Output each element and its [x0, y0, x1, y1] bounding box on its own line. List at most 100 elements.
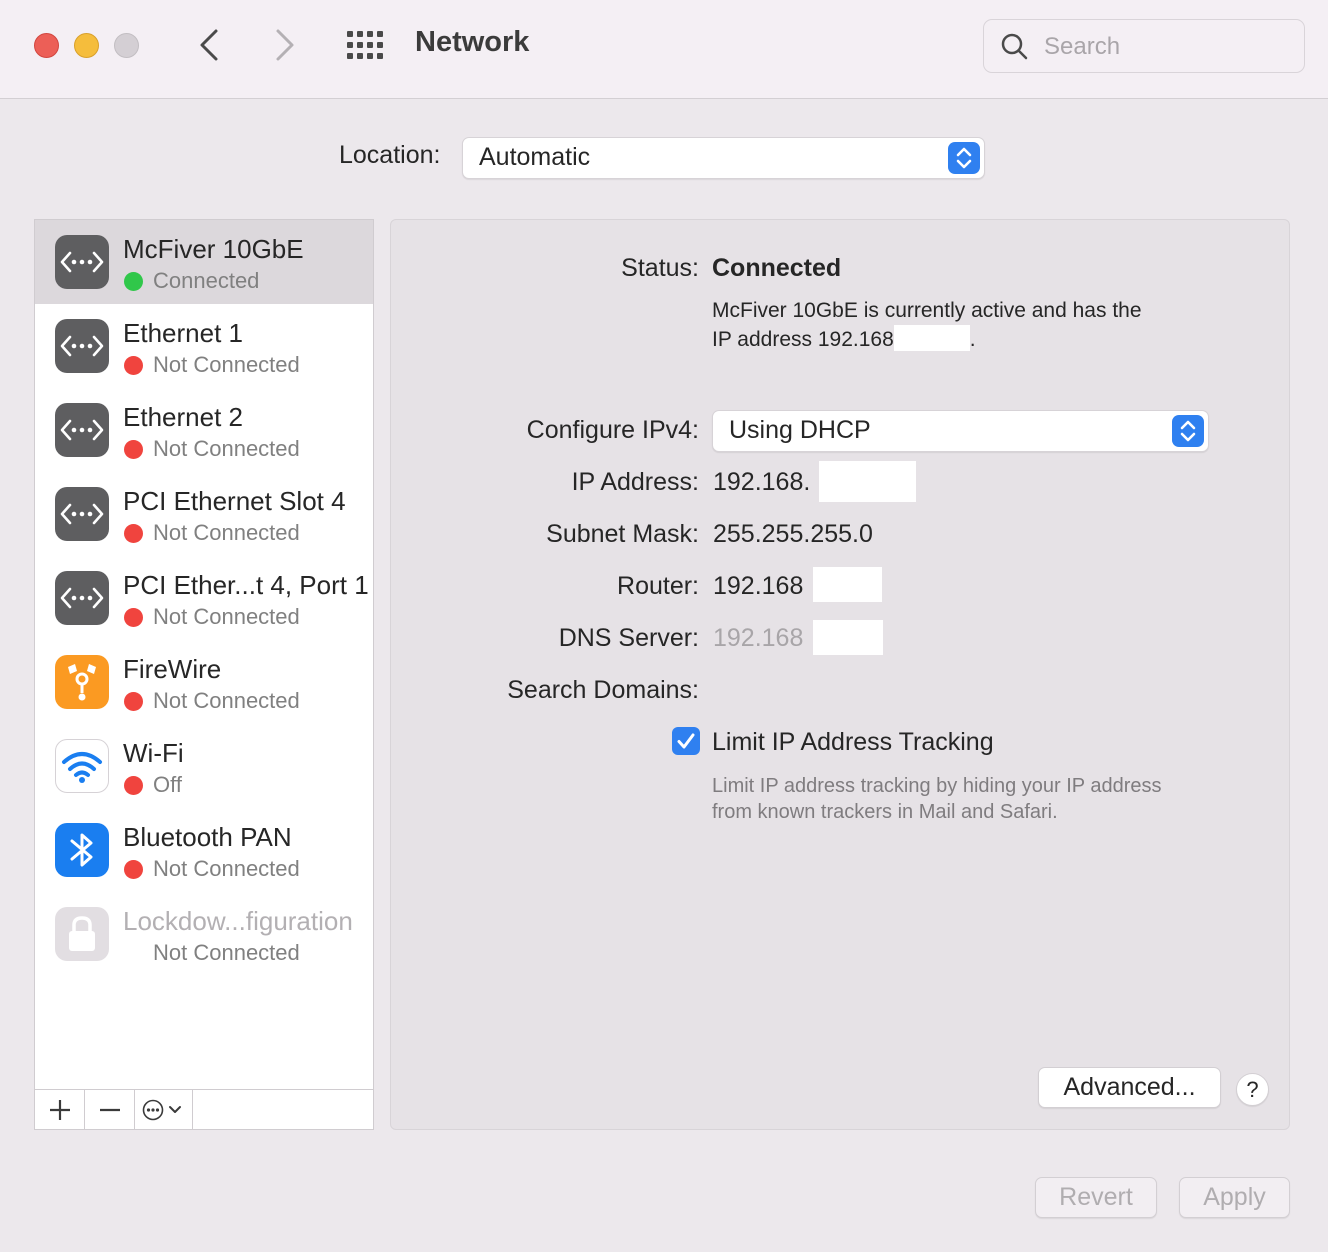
back-button[interactable] [192, 26, 228, 64]
grid-icon [347, 31, 383, 59]
ip-address-value: 192.168. [713, 468, 811, 496]
service-name: Lockdow...figuration [123, 906, 353, 936]
service-status: Connected [153, 268, 260, 293]
service-status: Off [153, 772, 182, 797]
title-bar: Network [0, 0, 1328, 99]
search-input[interactable] [1044, 31, 1284, 63]
search-domains-label: Search Domains: [507, 676, 699, 704]
service-item-lockdown[interactable]: Lockdow...figuration Not Connected [35, 892, 373, 976]
subnet-mask-label: Subnet Mask: [546, 520, 699, 548]
status-dot [124, 440, 143, 459]
dns-server-label: DNS Server: [558, 624, 699, 652]
router-value: 192.168 [713, 572, 804, 600]
firewire-icon [55, 655, 109, 709]
location-label: Location: [339, 141, 441, 169]
service-detail-panel: Status: Connected McFiver 10GbE is curre… [390, 219, 1290, 1130]
chevron-right-icon [276, 29, 294, 61]
service-name: Wi-Fi [123, 738, 184, 768]
lock-icon [55, 907, 109, 961]
service-name: McFiver 10GbE [123, 234, 304, 264]
service-item-mcfiver[interactable]: McFiver 10GbE Connected [35, 220, 373, 304]
status-dot [124, 860, 143, 879]
redacted-block [813, 567, 882, 602]
chevron-left-icon [200, 29, 218, 61]
status-description-line2: IP address 192.168. [712, 325, 976, 354]
service-item-ethernet-2[interactable]: Ethernet 2 Not Connected [35, 388, 373, 472]
forward-button[interactable] [266, 26, 302, 64]
service-item-wifi[interactable]: Wi-Fi Off [35, 724, 373, 808]
ip-address-label: IP Address: [571, 468, 699, 496]
status-dot [124, 608, 143, 627]
apply-button[interactable]: Apply [1179, 1177, 1290, 1218]
limit-ip-tracking-label[interactable]: Limit IP Address Tracking [712, 728, 994, 757]
minimize-window-button[interactable] [74, 33, 99, 58]
dns-server-value: 192.168 [713, 624, 804, 652]
ethernet-icon [55, 571, 109, 625]
service-item-ethernet-1[interactable]: Ethernet 1 Not Connected [35, 304, 373, 388]
service-status: Not Connected [153, 436, 300, 461]
status-dot [124, 692, 143, 711]
popup-stepper-icon [948, 142, 980, 174]
status-label: Status: [621, 254, 699, 282]
service-status: Not Connected [153, 604, 300, 629]
location-value: Automatic [479, 143, 591, 171]
location-popup[interactable]: Automatic [462, 137, 985, 179]
plus-icon [49, 1100, 70, 1120]
service-status: Not Connected [153, 856, 300, 881]
redacted-block [893, 325, 970, 351]
service-item-firewire[interactable]: FireWire Not Connected [35, 640, 373, 724]
service-name: Ethernet 2 [123, 402, 243, 432]
service-name: Ethernet 1 [123, 318, 243, 348]
service-item-pci-ethernet-slot-4[interactable]: PCI Ethernet Slot 4 Not Connected [35, 472, 373, 556]
status-description-line1: McFiver 10GbE is currently active and ha… [712, 299, 1142, 322]
bluetooth-icon [55, 823, 109, 877]
service-name: Bluetooth PAN [123, 822, 292, 852]
service-list[interactable]: McFiver 10GbE Connected Ethernet 1 Not C… [34, 219, 374, 1130]
search-field[interactable] [983, 19, 1305, 73]
service-item-pci-ethernet-port-1[interactable]: PCI Ether...t 4, Port 1 Not Connected [35, 556, 373, 640]
help-button[interactable]: ? [1236, 1073, 1269, 1106]
configure-ipv4-label: Configure IPv4: [526, 416, 699, 444]
search-icon [1001, 33, 1028, 60]
configure-ipv4-popup[interactable]: Using DHCP [712, 410, 1209, 452]
router-label: Router: [617, 572, 699, 600]
checkmark-icon [677, 733, 695, 749]
popup-stepper-icon [1172, 415, 1204, 447]
remove-service-button[interactable] [85, 1090, 135, 1130]
service-name: PCI Ethernet Slot 4 [123, 486, 346, 516]
subnet-mask-value: 255.255.255.0 [713, 520, 873, 548]
service-status: Not Connected [153, 352, 300, 377]
status-dot [124, 272, 143, 291]
status-value: Connected [712, 254, 842, 282]
configure-ipv4-value: Using DHCP [729, 416, 871, 444]
ethernet-icon [55, 487, 109, 541]
add-service-button[interactable] [35, 1090, 85, 1130]
redacted-block [813, 620, 883, 655]
service-name: PCI Ether...t 4, Port 1 [123, 570, 369, 600]
ethernet-icon [55, 235, 109, 289]
minus-icon [99, 1108, 120, 1112]
ethernet-icon [55, 403, 109, 457]
revert-button[interactable]: Revert [1035, 1177, 1157, 1218]
status-dot [124, 776, 143, 795]
service-status: Not Connected [153, 520, 300, 545]
wifi-icon [55, 739, 109, 793]
redacted-block [819, 461, 916, 502]
service-list-toolbar [35, 1089, 373, 1130]
close-window-button[interactable] [34, 33, 59, 58]
window-title: Network [415, 26, 530, 58]
ellipsis-circle-icon [142, 1099, 181, 1121]
status-dot [124, 356, 143, 375]
show-all-button[interactable] [344, 30, 386, 60]
service-status: Not Connected [153, 688, 300, 713]
advanced-button[interactable]: Advanced... [1038, 1067, 1221, 1108]
limit-ip-tracking-checkbox[interactable] [672, 727, 700, 755]
service-name: FireWire [123, 654, 222, 684]
action-menu-button[interactable] [135, 1090, 193, 1130]
service-status: Not Connected [153, 940, 300, 965]
limit-ip-tracking-desc-line1: Limit IP address tracking by hiding your… [712, 775, 1162, 797]
status-dot [124, 524, 143, 543]
zoom-window-button[interactable] [114, 33, 139, 58]
service-item-bluetooth-pan[interactable]: Bluetooth PAN Not Connected [35, 808, 373, 892]
limit-ip-tracking-desc-line2: from known trackers in Mail and Safari. [712, 801, 1058, 823]
